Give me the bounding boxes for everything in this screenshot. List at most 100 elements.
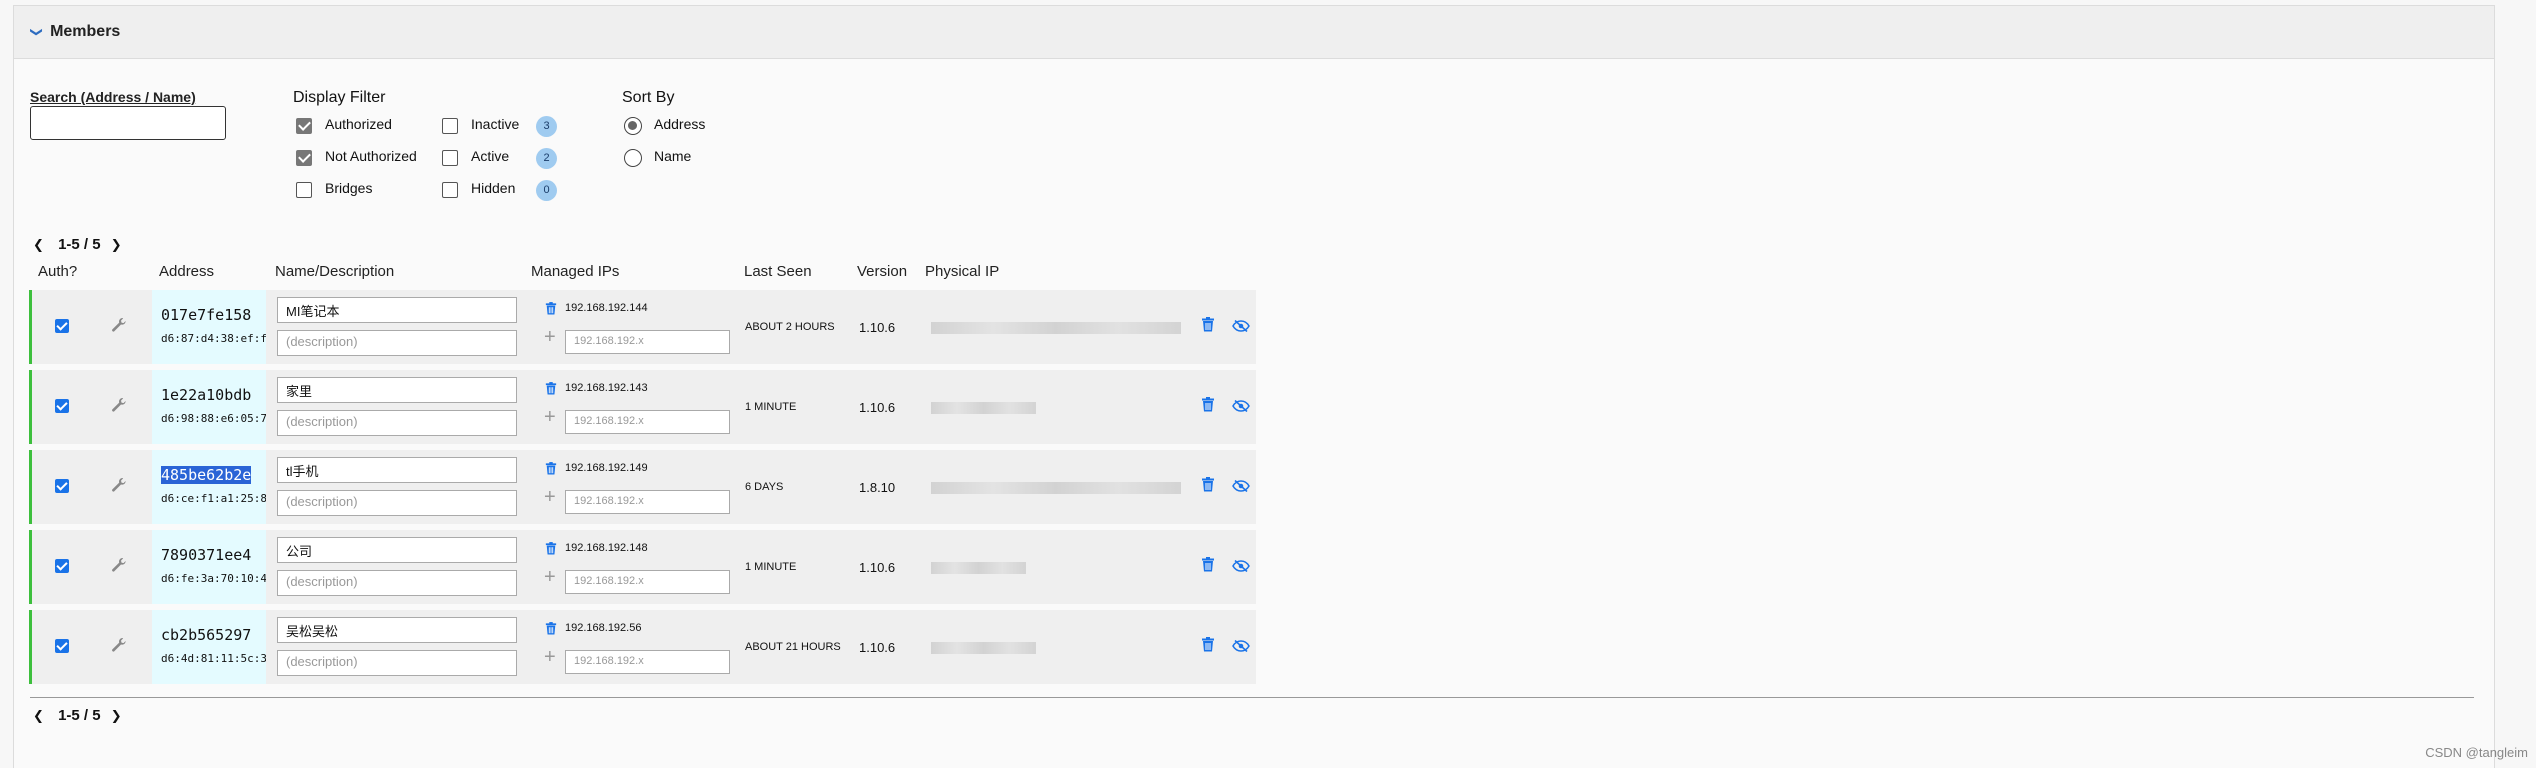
member-description-input[interactable]: (description): [277, 650, 517, 676]
col-physical-ip: Physical IP: [925, 263, 1000, 280]
physical-ip-blurred: [931, 322, 1181, 334]
member-mac: d6:ce:f1:a1:25:8: [161, 492, 266, 505]
trash-icon[interactable]: [1201, 477, 1215, 497]
trash-icon[interactable]: [545, 622, 557, 640]
member-description-input[interactable]: (description): [277, 570, 517, 596]
add-ip-input[interactable]: 192.168.192.x: [565, 410, 730, 434]
member-row: cb2b565297 d6:4d:81:11:5c:3 吴松吴松 (descripti…: [29, 610, 1256, 684]
address-cell: [152, 290, 266, 364]
last-seen: 1 MINUTE: [745, 401, 797, 413]
wrench-icon[interactable]: [111, 637, 127, 658]
inactive-count-badge: 3: [536, 116, 557, 137]
not-authorized-checkbox[interactable]: [296, 150, 312, 166]
wrench-icon[interactable]: [111, 557, 127, 578]
authorize-checkbox[interactable]: [55, 559, 69, 573]
member-row: 1e22a10bdb d6:98:88:e6:05:7 家里 (description…: [29, 370, 1256, 444]
hidden-count-badge: 0: [536, 180, 557, 201]
next-page-icon[interactable]: ❯: [111, 237, 122, 253]
trash-icon[interactable]: [1201, 637, 1215, 657]
plus-icon[interactable]: +: [544, 647, 556, 667]
version: 1.10.6: [859, 400, 896, 415]
search-label: Search (Address / Name): [30, 89, 196, 105]
divider: [30, 697, 2474, 698]
sort-name-radio[interactable]: [624, 149, 642, 167]
member-description-input[interactable]: (description): [277, 490, 517, 516]
eye-slash-icon[interactable]: [1232, 399, 1250, 417]
bridges-label: Bridges: [325, 180, 373, 196]
plus-icon[interactable]: +: [544, 567, 556, 587]
add-ip-input[interactable]: 192.168.192.x: [565, 650, 730, 674]
active-count-badge: 2: [536, 148, 557, 169]
physical-ip-blurred: [931, 482, 1181, 494]
display-filter-title: Display Filter: [293, 89, 386, 106]
physical-ip-blurred: [931, 562, 1026, 574]
col-name: Name/Description: [275, 263, 395, 280]
chevron-down-icon[interactable]: ❯: [30, 27, 44, 37]
member-name-input[interactable]: 吴松吴松: [277, 617, 517, 643]
add-ip-input[interactable]: 192.168.192.x: [565, 490, 730, 514]
panel-header[interactable]: ❯ Members: [14, 6, 2494, 59]
trash-icon[interactable]: [1201, 397, 1215, 417]
col-address: Address: [159, 263, 215, 280]
authorized-checkbox[interactable]: [296, 118, 312, 134]
col-auth: Auth?: [38, 263, 78, 280]
member-description-input[interactable]: (description): [277, 330, 517, 356]
address-cell: [152, 450, 266, 524]
plus-icon[interactable]: +: [544, 487, 556, 507]
trash-icon[interactable]: [1201, 557, 1215, 577]
eye-slash-icon[interactable]: [1232, 479, 1250, 497]
member-id: 485be62b2e: [161, 466, 252, 484]
authorize-checkbox[interactable]: [55, 639, 69, 653]
bridges-checkbox[interactable]: [296, 182, 312, 198]
trash-icon[interactable]: [1201, 317, 1215, 337]
last-seen: ABOUT 2 HOURS: [745, 321, 835, 333]
member-mac: d6:98:88:e6:05:7: [161, 412, 266, 425]
wrench-icon[interactable]: [111, 397, 127, 418]
trash-icon[interactable]: [545, 302, 557, 320]
address-cell: [152, 610, 266, 684]
trash-icon[interactable]: [545, 382, 557, 400]
col-managed-ips: Managed IPs: [531, 263, 620, 280]
managed-ip: 192.168.192.149: [565, 462, 648, 474]
member-name-input[interactable]: 公司: [277, 537, 517, 563]
authorized-label: Authorized: [325, 116, 392, 132]
eye-slash-icon[interactable]: [1232, 559, 1250, 577]
wrench-icon[interactable]: [111, 317, 127, 338]
plus-icon[interactable]: +: [544, 407, 556, 427]
sort-by-title: Sort By: [622, 89, 675, 106]
version: 1.8.10: [859, 480, 896, 495]
last-seen: 6 DAYS: [745, 481, 784, 493]
physical-ip-blurred: [931, 402, 1036, 414]
hidden-checkbox[interactable]: [442, 182, 458, 198]
active-label: Active: [471, 148, 510, 164]
next-page-icon[interactable]: ❯: [111, 708, 122, 724]
member-name-input[interactable]: tl手机: [277, 457, 517, 483]
add-ip-input[interactable]: 192.168.192.x: [565, 330, 730, 354]
search-input[interactable]: [30, 106, 226, 140]
member-mac: d6:4d:81:11:5c:3: [161, 652, 266, 665]
pager-range: 1-5 / 5: [58, 707, 101, 724]
eye-slash-icon[interactable]: [1232, 639, 1250, 657]
wrench-icon[interactable]: [111, 477, 127, 498]
authorize-checkbox[interactable]: [55, 319, 69, 333]
active-checkbox[interactable]: [442, 150, 458, 166]
pager-bottom: ❮ 1-5 / 5 ❯: [33, 707, 122, 724]
hidden-label: Hidden: [471, 180, 516, 196]
authorize-checkbox[interactable]: [55, 479, 69, 493]
inactive-checkbox[interactable]: [442, 118, 458, 134]
prev-page-icon[interactable]: ❮: [33, 237, 44, 253]
add-ip-input[interactable]: 192.168.192.x: [565, 570, 730, 594]
plus-icon[interactable]: +: [544, 327, 556, 347]
member-id: 017e7fe158: [161, 306, 252, 324]
sort-address-radio[interactable]: [624, 117, 642, 135]
member-name-input[interactable]: MI笔记本: [277, 297, 517, 323]
eye-slash-icon[interactable]: [1232, 319, 1250, 337]
authorize-checkbox[interactable]: [55, 399, 69, 413]
member-name-input[interactable]: 家里: [277, 377, 517, 403]
member-mac: d6:87:d4:38:ef:f: [161, 332, 266, 345]
trash-icon[interactable]: [545, 542, 557, 560]
member-description-input[interactable]: (description): [277, 410, 517, 436]
prev-page-icon[interactable]: ❮: [33, 708, 44, 724]
last-seen: 1 MINUTE: [745, 561, 797, 573]
trash-icon[interactable]: [545, 462, 557, 480]
